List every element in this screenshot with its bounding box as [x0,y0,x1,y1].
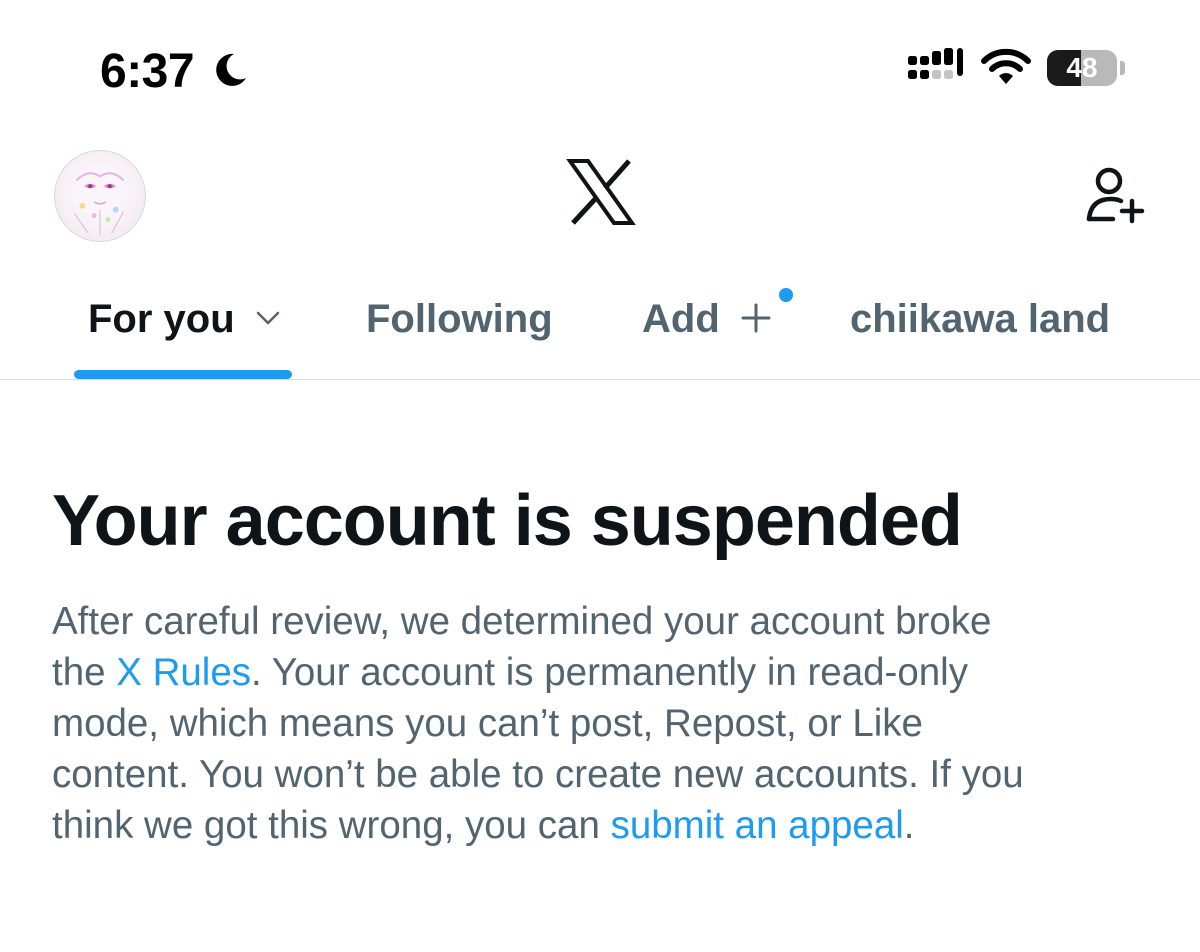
status-time: 6:37 [100,45,195,98]
avatar-image [74,164,125,236]
battery-indicator: 48 [1047,50,1117,86]
tab-label: Following [366,297,553,341]
tab-chiikawa-land[interactable]: chiikawa land [850,294,1110,354]
battery-percent: 48 [1066,52,1098,83]
battery-terminal [1120,61,1125,75]
message-text: . [903,804,915,847]
message-line: mode, which means you can’t post, Repost… [52,702,923,745]
notification-dot [779,288,793,302]
plus-icon [741,303,771,333]
message-line: the X Rules. Your account is permanently… [52,647,1172,698]
tab-following[interactable]: Following [366,294,553,354]
submit-appeal-link[interactable]: submit an appeal [611,804,904,847]
moon-icon [216,53,246,86]
active-tab-indicator [74,370,292,379]
suspension-title: Your account is suspended [52,481,963,561]
message-line: think we got this wrong, you can submit … [52,800,1172,851]
cellular-signal-icon [908,48,963,79]
message-text: the [52,651,117,694]
profile-avatar[interactable] [54,150,146,242]
add-person-icon[interactable] [1083,165,1145,225]
message-text: think we got this wrong, you can [52,804,611,847]
tab-label: Add [642,297,720,341]
tab-label: For you [88,297,235,341]
x-logo-icon[interactable] [566,157,636,227]
message-line: After careful review, we determined your… [52,600,992,643]
status-bar: 6:37 48 [0,0,1200,130]
tab-add[interactable]: Add [642,294,772,354]
tab-for-you[interactable]: For you [88,294,281,354]
timeline-tabs: For you Following Add chiikawa land [0,280,1200,380]
tab-label: chiikawa land [850,297,1111,341]
tabs-divider [0,379,1200,380]
message-text: . Your account is permanently in read-on… [251,651,968,694]
wifi-icon [981,48,1031,84]
message-line: content. You won’t be able to create new… [52,753,1024,796]
x-rules-link[interactable]: X Rules [116,651,251,694]
chevron-down-icon[interactable] [255,309,281,327]
suspension-message: After careful review, we determined your… [52,596,1172,851]
